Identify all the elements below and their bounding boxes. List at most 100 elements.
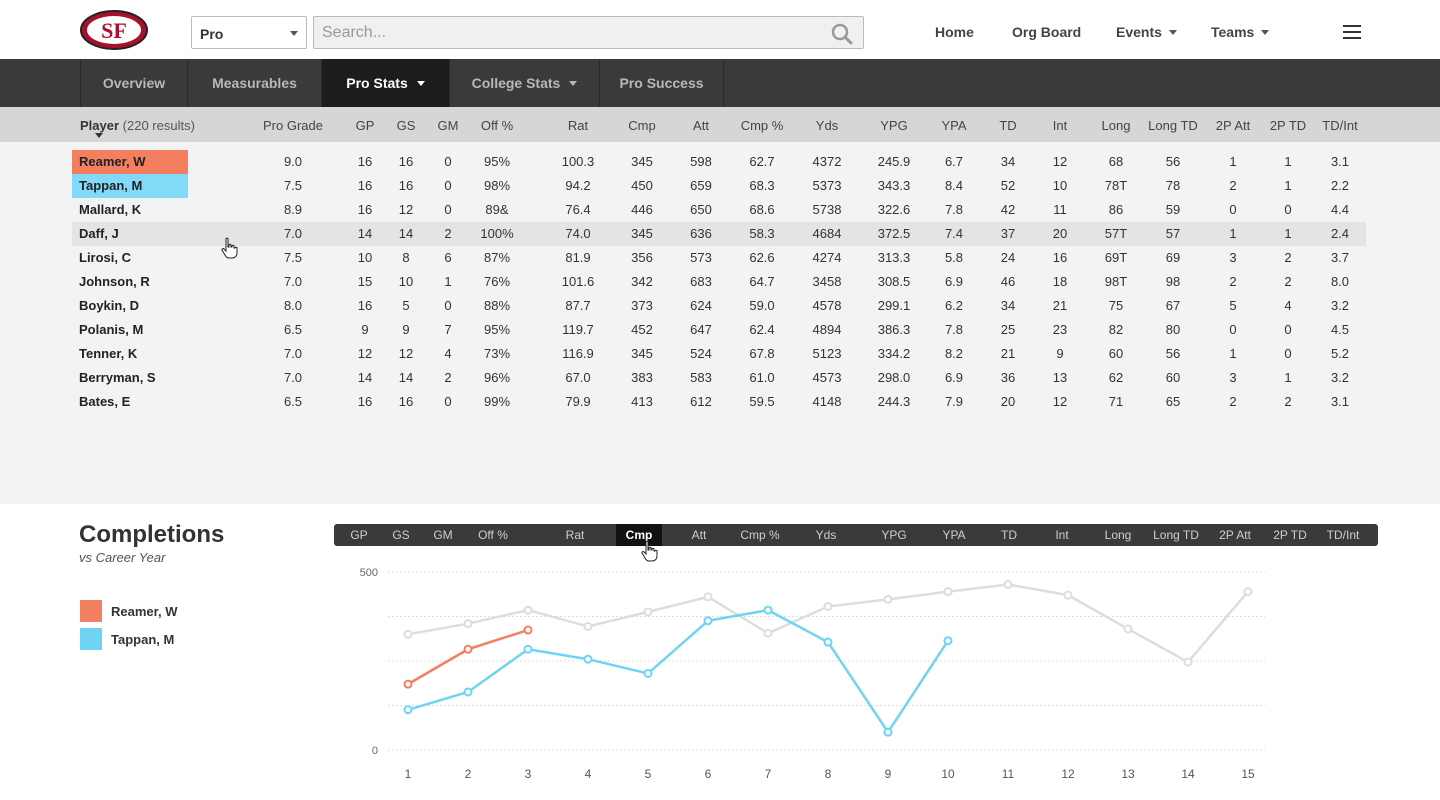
x-tick-label: 15 — [1241, 767, 1255, 781]
player-name[interactable]: Berryman, S — [72, 366, 188, 390]
table-cell: 6.5 — [283, 322, 303, 337]
table-row[interactable]: Daff, J 7.0 14 14 2 100% 74.0 345 636 58.3 4684 372… — [72, 222, 1366, 246]
sort-descending-icon[interactable] — [95, 133, 103, 138]
search-field[interactable] — [313, 16, 864, 49]
player-name[interactable]: Polanis, M — [72, 318, 188, 342]
team-logo[interactable]: SF — [80, 10, 148, 50]
search-input[interactable] — [314, 17, 814, 48]
table-row[interactable]: Mallard, K 8.9 16 12 0 89& 76.4 446 650 68.6 5738 3… — [72, 198, 1366, 222]
x-tick-label: 7 — [765, 767, 772, 781]
stats-table-body: Reamer, W 9.0 16 16 0 95% 100.3 345 598 62.7 4372 2… — [0, 142, 1440, 504]
column-header[interactable]: Off % — [457, 118, 537, 133]
table-cell: 3.1 — [1330, 394, 1350, 409]
stat-tab[interactable]: Cmp % — [730, 524, 790, 546]
stat-tab[interactable]: 2P Att — [1205, 524, 1265, 546]
data-point — [463, 619, 473, 629]
player-column-header[interactable]: Player (220 results) — [80, 118, 195, 133]
table-cell: 9.0 — [283, 154, 303, 169]
series-line — [407, 628, 529, 686]
y-tick-label: 500 — [360, 567, 378, 579]
table-cell: 6.5 — [283, 394, 303, 409]
x-tick-label: 12 — [1061, 767, 1075, 781]
table-cell: 8.9 — [283, 202, 303, 217]
tab-pro-stats[interactable]: Pro Stats — [322, 59, 450, 107]
data-point — [463, 644, 473, 654]
stat-tab[interactable]: Att — [669, 524, 729, 546]
x-tick-label: 3 — [525, 767, 532, 781]
x-tick-label: 14 — [1181, 767, 1195, 781]
table-cell: 7.5 — [283, 250, 303, 265]
table-cell: 76% — [483, 274, 511, 289]
player-name[interactable]: Tappan, M — [72, 174, 188, 198]
table-cell: 4.4 — [1330, 202, 1350, 217]
table-cell: 7.0 — [283, 370, 303, 385]
player-name[interactable]: Lirosi, C — [72, 246, 188, 270]
data-point — [883, 727, 893, 737]
stat-tab[interactable]: YPA — [924, 524, 984, 546]
league-select-value: Pro — [200, 26, 224, 42]
nav-org-board[interactable]: Org Board — [1012, 24, 1081, 40]
table-row[interactable]: Boykin, D 8.0 16 5 0 88% 87.7 373 624 59.0 4578 299… — [72, 294, 1366, 318]
table-row[interactable]: Berryman, S 7.0 14 14 2 96% 67.0 383 583 61.0 4573… — [72, 366, 1366, 390]
data-point — [823, 637, 833, 647]
data-point — [943, 636, 953, 646]
chevron-down-icon — [416, 81, 425, 86]
stats-table-header: Player (220 results) Pro Grade GP GS GM Off … — [0, 107, 1440, 142]
table-cell: 99% — [483, 394, 511, 409]
top-bar: SF Pro Home Org Board Events Teams — [0, 0, 1440, 59]
table-row[interactable]: Lirosi, C 7.5 10 8 6 87% 81.9 356 573 62.6 4274 313… — [72, 246, 1366, 270]
tab-pro-success[interactable]: Pro Success — [600, 59, 724, 107]
table-cell: 7.5 — [283, 178, 303, 193]
column-header[interactable]: TD/Int — [1300, 118, 1380, 133]
nav-teams[interactable]: Teams — [1211, 24, 1270, 40]
league-select[interactable]: Pro — [191, 16, 307, 49]
menu-icon[interactable] — [1343, 25, 1361, 39]
chevron-down-icon — [569, 81, 578, 86]
stat-tab[interactable]: Off % — [463, 524, 523, 546]
table-row[interactable]: Reamer, W 9.0 16 16 0 95% 100.3 345 598 62.7 4372 2… — [72, 150, 1366, 174]
data-point — [763, 605, 773, 615]
x-tick-label: 1 — [405, 767, 412, 781]
stat-tab[interactable]: Long — [1088, 524, 1148, 546]
stat-tab[interactable]: Rat — [545, 524, 605, 546]
chart-title: Completions — [79, 521, 225, 548]
table-row[interactable]: Bates, E 6.5 16 16 0 99% 79.9 413 612 59.5 4148 244… — [72, 390, 1366, 414]
stat-tab[interactable]: Int — [1032, 524, 1092, 546]
stat-tab[interactable]: TD/Int — [1313, 524, 1373, 546]
stat-tab[interactable]: Yds — [796, 524, 856, 546]
stat-tab[interactable]: TD — [979, 524, 1039, 546]
x-tick-label: 9 — [885, 767, 892, 781]
data-point — [1003, 579, 1013, 589]
stat-tab[interactable]: Long TD — [1146, 524, 1206, 546]
table-row[interactable]: Tenner, K 7.0 12 12 4 73% 116.9 345 524 67.8 5123 3… — [72, 342, 1366, 366]
player-name[interactable]: Boykin, D — [72, 294, 188, 318]
player-name[interactable]: Johnson, R — [72, 270, 188, 294]
table-row[interactable]: Tappan, M 7.5 16 16 0 98% 94.2 450 659 68.3 5373 34… — [72, 174, 1366, 198]
column-header[interactable]: Pro Grade — [253, 118, 333, 133]
table-row[interactable]: Polanis, M 6.5 9 9 7 95% 119.7 452 647 62.4 4894 38… — [72, 318, 1366, 342]
tab-measurables[interactable]: Measurables — [188, 59, 322, 107]
chevron-down-icon — [290, 31, 298, 36]
data-point — [1123, 624, 1133, 634]
tab-overview[interactable]: Overview — [80, 59, 188, 107]
y-tick-label: 0 — [372, 745, 378, 757]
player-name[interactable]: Reamer, W — [72, 150, 188, 174]
player-name[interactable]: Daff, J — [72, 222, 188, 246]
tab-college-stats[interactable]: College Stats — [450, 59, 600, 107]
legend-swatch — [80, 600, 102, 622]
data-point — [823, 602, 833, 612]
table-cell: 2.2 — [1330, 178, 1350, 193]
stat-tab[interactable]: 2P TD — [1260, 524, 1320, 546]
x-tick-label: 13 — [1121, 767, 1135, 781]
search-icon[interactable] — [831, 23, 853, 45]
nav-events[interactable]: Events — [1116, 24, 1177, 40]
player-name[interactable]: Tenner, K — [72, 342, 188, 366]
player-name[interactable]: Mallard, K — [72, 198, 188, 222]
player-name[interactable]: Bates, E — [72, 390, 188, 414]
table-cell: 73% — [483, 346, 511, 361]
nav-home[interactable]: Home — [935, 24, 974, 40]
data-point — [523, 625, 533, 635]
stat-tab[interactable]: YPG — [864, 524, 924, 546]
chart-subtitle: vs Career Year — [79, 550, 166, 565]
table-row[interactable]: Johnson, R 7.0 15 10 1 76% 101.6 342 683 64.7 3458… — [72, 270, 1366, 294]
